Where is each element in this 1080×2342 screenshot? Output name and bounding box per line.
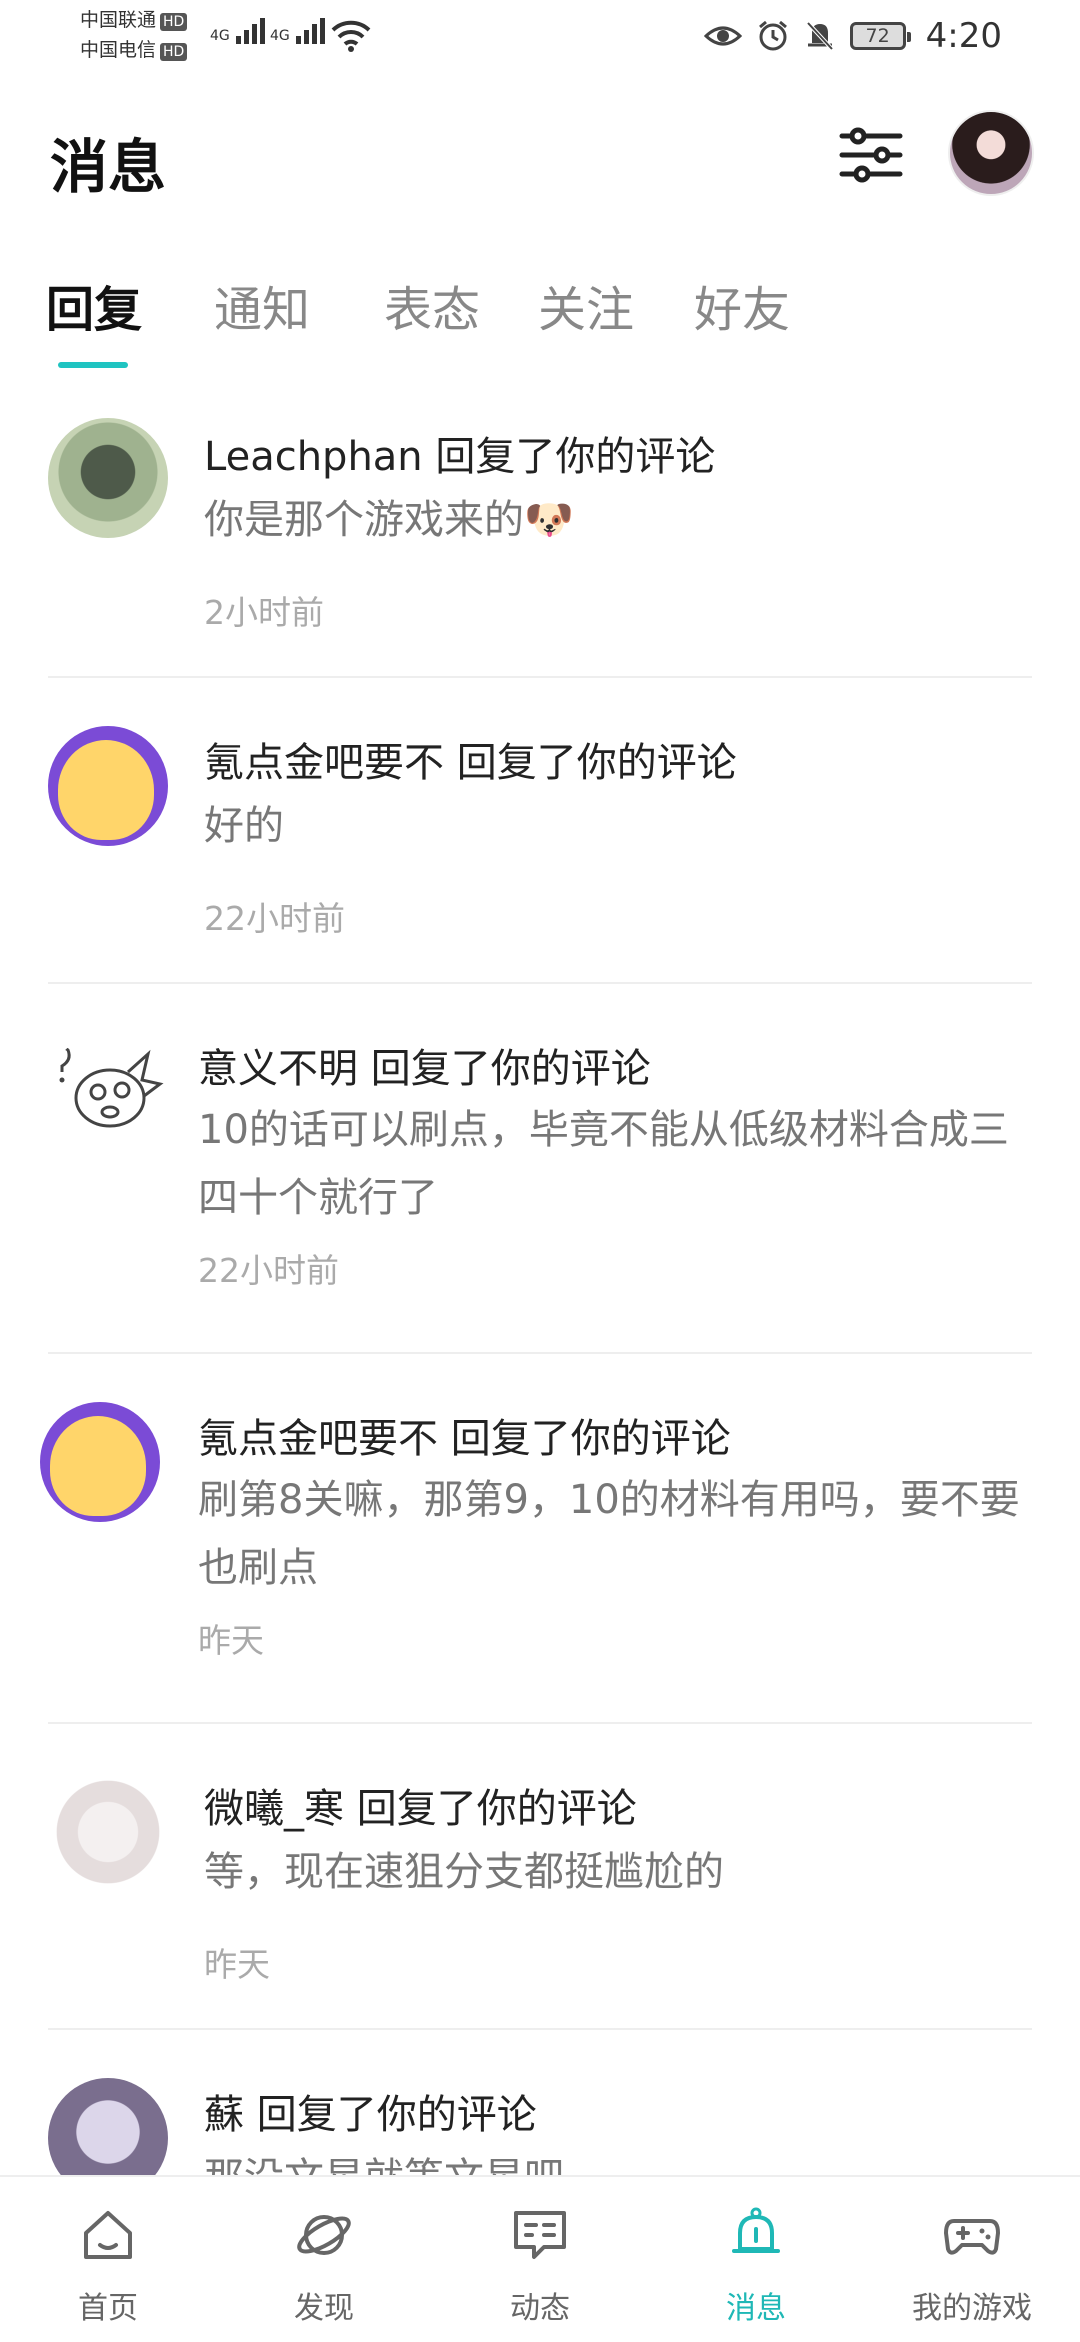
message-content: 你是那个游戏来的🐶 [204,497,574,543]
nav-my-games-label: 我的游戏 [912,2291,1032,2326]
status-bar: 中国联通 HD 中国电信 HD 4G 4G 72 4:20 [0,0,1080,80]
list-item[interactable]: 氪点金吧要不 回复了你的评论 好的 22小时前 [48,678,1032,984]
message-content: 10的话可以刷点，毕竟不能从低级材料合成三四十个就行了 [198,1107,1009,1221]
header: 消息 [0,100,1080,220]
message-title: 氪点金吧要不 回复了你的评论 [204,740,737,786]
wifi-icon [331,20,371,52]
list-item[interactable]: 微曦_寒 回复了你的评论 等，现在速狙分支都挺尴尬的 昨天 [48,1724,1032,2030]
list-item[interactable]: 氪点金吧要不 回复了你的评论 刷第8关嘛，那第9，10的材料有用吗，要不要也刷点… [40,1354,1032,1724]
page-title: 消息 [50,133,167,201]
tab-friends[interactable]: 好友 [694,270,790,340]
eye-icon [703,26,742,46]
signal-1: 4G [210,18,266,44]
carrier-2: 中国电信 HD [80,38,188,62]
tab-indicator [58,362,128,368]
home-icon [84,2211,132,2259]
status-right: 72 4:20 [703,14,1002,58]
message-content: 刷第8关嘛，那第9，10的材料有用吗，要不要也刷点 [198,1477,1020,1591]
avatar[interactable] [48,418,168,538]
hd-badge: HD [160,13,188,31]
message-time: 22小时前 [198,1251,339,1290]
message-time: 22小时前 [204,899,345,938]
clock: 4:20 [925,16,1002,56]
nav-messages-label: 消息 [726,2291,786,2326]
nav-home[interactable]: 首页 [0,2177,216,2342]
nav-messages[interactable]: 消息 [648,2177,864,2342]
carrier-1-label: 中国联通 [80,9,157,31]
list-item[interactable]: 意义不明 回复了你的评论 10的话可以刷点，毕竟不能从低级材料合成三四十个就行了… [48,984,1032,1354]
signal-bars-icon [296,18,326,44]
avatar[interactable] [48,726,168,846]
message-time: 2小时前 [204,593,324,632]
message-time: 昨天 [204,1945,270,1984]
user-avatar[interactable] [948,110,1034,196]
tab-notifications[interactable]: 通知 [214,270,310,340]
carrier-2-label: 中国电信 [80,39,157,61]
list-item[interactable]: Leachphan 回复了你的评论 你是那个游戏来的🐶 2小时前 [48,400,1032,678]
battery-indicator: 72 [849,22,911,50]
chat-icon [514,2211,566,2259]
tab-reactions[interactable]: 表态 [384,270,480,340]
nav-discover-label: 发现 [294,2291,354,2326]
tab-bar: 回复 通知 表态 关注 好友 [0,270,1080,380]
bell-icon [732,2207,780,2253]
planet-icon [297,2215,351,2255]
nav-feed[interactable]: 动态 [432,2177,648,2342]
avatar[interactable] [48,1772,168,1892]
filter-button[interactable] [836,120,906,190]
message-title: 微曦_寒 回复了你的评论 [204,1786,637,1832]
message-title: 意义不明 回复了你的评论 [198,1046,651,1092]
carrier-1: 中国联通 HD [80,8,188,32]
network-type-1: 4G [210,28,230,44]
message-time: 昨天 [198,1621,264,1660]
alarm-icon [758,20,787,51]
mute-icon [806,21,834,51]
tab-follows[interactable]: 关注 [538,270,634,340]
nav-my-games[interactable]: 我的游戏 [864,2177,1080,2342]
doodle-avatar-icon [52,1045,164,1128]
signal-2: 4G [270,18,326,44]
avatar[interactable] [40,1402,160,1522]
nav-feed-label: 动态 [510,2291,570,2326]
message-title: 氪点金吧要不 回复了你的评论 [198,1416,731,1462]
message-title: 蘇 回复了你的评论 [204,2092,537,2138]
message-title: Leachphan 回复了你的评论 [204,434,716,480]
nav-discover[interactable]: 发现 [216,2177,432,2342]
bottom-nav: 首页 发现 动态 消息 我的游戏 [0,2175,1080,2340]
network-type-2: 4G [270,28,290,44]
signal-bars-icon [236,18,266,44]
hd-badge: HD [160,43,188,61]
nav-home-label: 首页 [78,2291,138,2326]
message-content: 好的 [204,803,284,849]
tab-replies[interactable]: 回复 [46,270,142,340]
sliders-icon [839,127,903,183]
message-content: 等，现在速狙分支都挺尴尬的 [204,1849,724,1895]
avatar[interactable] [48,1032,168,1152]
message-list: Leachphan 回复了你的评论 你是那个游戏来的🐶 2小时前 氪点金吧要不 … [0,400,1080,2250]
gamepad-icon [944,2219,1000,2255]
